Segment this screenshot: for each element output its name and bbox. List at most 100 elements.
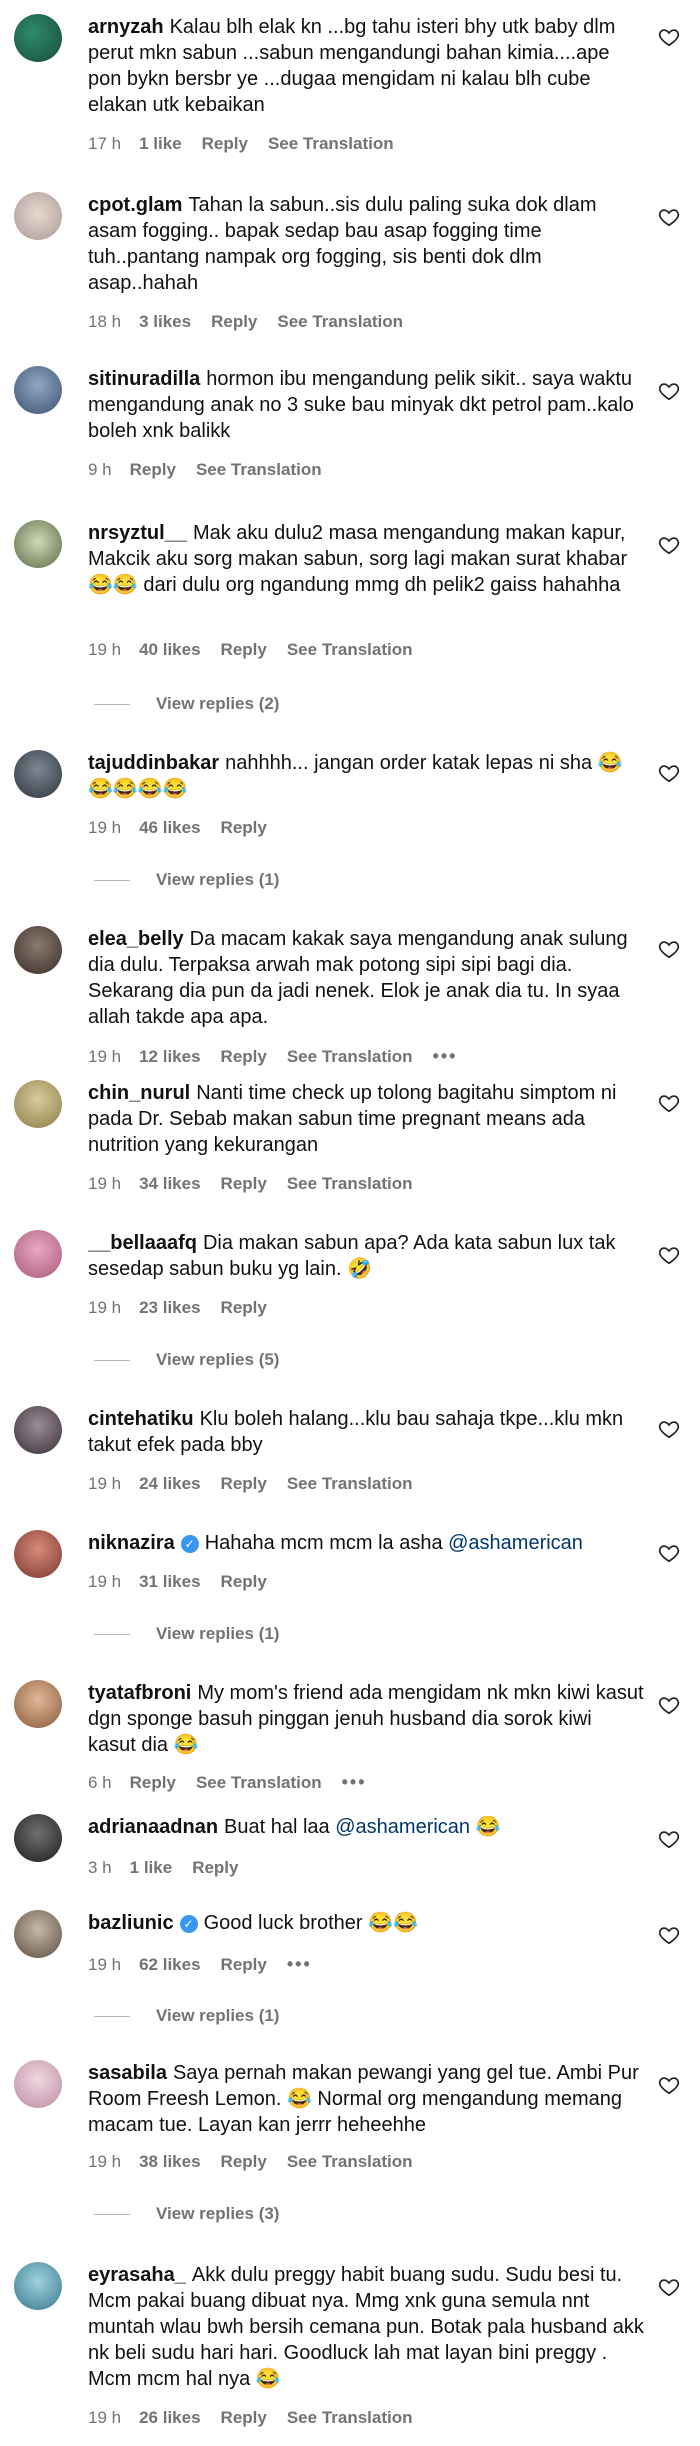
like-count[interactable]: 3 likes [139, 312, 191, 331]
view-replies-button[interactable]: View replies (1) [94, 1624, 279, 1644]
heart-icon[interactable] [658, 1828, 680, 1850]
avatar[interactable] [14, 1230, 62, 1278]
see-translation-button[interactable]: See Translation [196, 460, 322, 479]
avatar[interactable] [14, 1530, 62, 1578]
username[interactable]: __bellaaafq [88, 1232, 197, 1254]
heart-icon[interactable] [658, 938, 680, 960]
view-replies-button[interactable]: View replies (2) [94, 694, 279, 714]
see-translation-button[interactable]: See Translation [287, 1047, 413, 1066]
heart-icon[interactable] [658, 26, 680, 48]
heart-icon[interactable] [658, 2276, 680, 2298]
like-count[interactable]: 31 likes [139, 1572, 200, 1591]
avatar[interactable] [14, 14, 62, 62]
mention-link[interactable]: @ashamerican [335, 1816, 470, 1838]
see-translation-button[interactable]: See Translation [277, 312, 403, 331]
view-replies-button[interactable]: View replies (1) [94, 870, 279, 890]
see-translation-button[interactable]: See Translation [287, 2152, 413, 2171]
like-count[interactable]: 1 like [139, 134, 182, 153]
like-count[interactable]: 46 likes [139, 818, 200, 837]
like-count[interactable]: 26 likes [139, 2408, 200, 2427]
reply-button[interactable]: Reply [221, 1047, 267, 1066]
avatar[interactable] [14, 520, 62, 568]
username[interactable]: niknazira [88, 1532, 175, 1554]
username[interactable]: sitinuradilla [88, 368, 200, 390]
heart-icon[interactable] [658, 2074, 680, 2096]
view-replies-button[interactable]: View replies (5) [94, 1350, 279, 1370]
avatar[interactable] [14, 926, 62, 974]
heart-icon[interactable] [658, 1244, 680, 1266]
reply-button[interactable]: Reply [130, 460, 176, 479]
like-count[interactable]: 1 like [130, 1858, 173, 1877]
avatar[interactable] [14, 1910, 62, 1958]
see-translation-button[interactable]: See Translation [287, 640, 413, 659]
more-options-icon[interactable]: ••• [433, 1046, 458, 1066]
username[interactable]: cpot.glam [88, 194, 182, 216]
heart-icon[interactable] [658, 1092, 680, 1114]
username[interactable]: bazliunic [88, 1912, 174, 1934]
view-replies-label[interactable]: View replies (3) [156, 2204, 279, 2224]
like-count[interactable]: 34 likes [139, 1174, 200, 1193]
view-replies-label[interactable]: View replies (2) [156, 694, 279, 714]
view-replies-button[interactable]: View replies (1) [94, 2006, 279, 2026]
username[interactable]: cintehatiku [88, 1408, 194, 1430]
reply-button[interactable]: Reply [221, 1955, 267, 1974]
like-count[interactable]: 12 likes [139, 1047, 200, 1066]
reply-button[interactable]: Reply [221, 1298, 267, 1317]
reply-button[interactable]: Reply [221, 2152, 267, 2171]
view-replies-label[interactable]: View replies (1) [156, 2006, 279, 2026]
like-count[interactable]: 40 likes [139, 640, 200, 659]
see-translation-button[interactable]: See Translation [287, 2408, 413, 2427]
reply-button[interactable]: Reply [221, 818, 267, 837]
reply-button[interactable]: Reply [221, 1572, 267, 1591]
username[interactable]: tyatafbroni [88, 1682, 191, 1704]
username[interactable]: adrianaadnan [88, 1816, 218, 1838]
heart-icon[interactable] [658, 380, 680, 402]
like-count[interactable]: 38 likes [139, 2152, 200, 2171]
reply-button[interactable]: Reply [202, 134, 248, 153]
heart-icon[interactable] [658, 1694, 680, 1716]
see-translation-button[interactable]: See Translation [268, 134, 394, 153]
reply-button[interactable]: Reply [221, 1174, 267, 1193]
reply-button[interactable]: Reply [221, 640, 267, 659]
username[interactable]: elea_belly [88, 928, 184, 950]
see-translation-button[interactable]: See Translation [287, 1474, 413, 1493]
reply-button[interactable]: Reply [221, 1474, 267, 1493]
username[interactable]: sasabila [88, 2062, 167, 2084]
view-replies-label[interactable]: View replies (1) [156, 870, 279, 890]
more-options-icon[interactable]: ••• [287, 1954, 312, 1974]
like-count[interactable]: 24 likes [139, 1474, 200, 1493]
like-count[interactable]: 62 likes [139, 1955, 200, 1974]
reply-button[interactable]: Reply [211, 312, 257, 331]
username[interactable]: eyrasaha_ [88, 2264, 186, 2286]
heart-icon[interactable] [658, 1418, 680, 1440]
heart-icon[interactable] [658, 206, 680, 228]
mention-link[interactable]: @ashamerican [448, 1532, 583, 1554]
see-translation-button[interactable]: See Translation [196, 1773, 322, 1792]
avatar[interactable] [14, 1814, 62, 1862]
heart-icon[interactable] [658, 534, 680, 556]
avatar[interactable] [14, 750, 62, 798]
view-replies-label[interactable]: View replies (5) [156, 1350, 279, 1370]
avatar[interactable] [14, 192, 62, 240]
username[interactable]: tajuddinbakar [88, 752, 219, 774]
view-replies-button[interactable]: View replies (3) [94, 2204, 279, 2224]
avatar[interactable] [14, 2262, 62, 2310]
avatar[interactable] [14, 1680, 62, 1728]
like-count[interactable]: 23 likes [139, 1298, 200, 1317]
see-translation-button[interactable]: See Translation [287, 1174, 413, 1193]
username[interactable]: chin_nurul [88, 1082, 190, 1104]
heart-icon[interactable] [658, 1542, 680, 1564]
avatar[interactable] [14, 366, 62, 414]
username[interactable]: arnyzah [88, 16, 164, 38]
reply-button[interactable]: Reply [192, 1858, 238, 1877]
avatar[interactable] [14, 2060, 62, 2108]
view-replies-label[interactable]: View replies (1) [156, 1624, 279, 1644]
heart-icon[interactable] [658, 762, 680, 784]
reply-button[interactable]: Reply [221, 2408, 267, 2427]
avatar[interactable] [14, 1406, 62, 1454]
username[interactable]: nrsyztul__ [88, 522, 187, 544]
heart-icon[interactable] [658, 1924, 680, 1946]
reply-button[interactable]: Reply [130, 1773, 176, 1792]
more-options-icon[interactable]: ••• [342, 1772, 367, 1792]
avatar[interactable] [14, 1080, 62, 1128]
